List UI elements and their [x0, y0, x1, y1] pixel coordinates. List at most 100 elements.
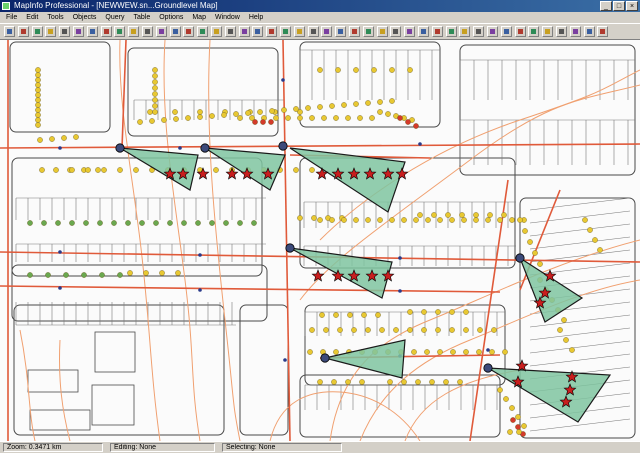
title-bar[interactable]: MapInfo Professional - [NEWWEW.sn...Grou…	[0, 0, 640, 12]
building-dot	[35, 117, 41, 123]
building-dot	[152, 109, 158, 115]
run-icon[interactable]	[197, 26, 209, 37]
building-dot	[97, 220, 103, 226]
text-icon[interactable]	[514, 26, 526, 37]
legend-icon[interactable]	[431, 26, 443, 37]
building-dot	[515, 414, 521, 420]
lot-line	[529, 262, 631, 276]
status-zoom: Zoom: 0.3471 km	[3, 443, 103, 452]
ruler-icon[interactable]	[418, 26, 429, 37]
menu-objects[interactable]: Objects	[73, 12, 97, 23]
map-view[interactable]	[0, 40, 640, 441]
building-dot	[459, 212, 465, 218]
show-statistics-icon[interactable]	[445, 26, 457, 37]
building-dot	[35, 122, 41, 128]
toolbar	[0, 23, 640, 40]
building-dot	[522, 228, 528, 234]
building-dot	[365, 327, 371, 333]
line-style-icon[interactable]	[459, 26, 471, 37]
menu-options[interactable]: Options	[159, 12, 183, 23]
menu-table[interactable]: Table	[133, 12, 150, 23]
building-dot	[331, 379, 337, 385]
copy-icon[interactable]	[73, 26, 84, 37]
maximize-button[interactable]: □	[613, 1, 625, 11]
menu-file[interactable]: File	[6, 12, 17, 23]
menu-map[interactable]: Map	[192, 12, 206, 23]
building-dot	[351, 327, 357, 333]
help-icon[interactable]	[211, 26, 222, 37]
unselect-icon[interactable]	[293, 26, 305, 37]
menu-query[interactable]: Query	[105, 12, 124, 23]
building-dot	[99, 272, 105, 278]
close-button[interactable]: ×	[626, 1, 638, 11]
building-dot	[365, 100, 371, 106]
building-dot	[335, 67, 341, 73]
menu-window[interactable]: Window	[215, 12, 240, 23]
building-dot	[297, 215, 303, 221]
menu-help[interactable]: Help	[249, 12, 263, 23]
zoom-in-icon[interactable]	[321, 26, 333, 37]
building-dot	[407, 309, 413, 315]
invert-selection-icon[interactable]	[307, 26, 319, 37]
building-dot	[307, 349, 313, 355]
polyline-icon[interactable]	[542, 26, 554, 37]
building-dot	[45, 272, 51, 278]
building-dot	[73, 134, 79, 140]
cell-site	[200, 143, 210, 153]
print-icon[interactable]	[45, 26, 57, 37]
grabber-icon[interactable]	[362, 26, 374, 37]
change-view-icon[interactable]	[349, 26, 360, 37]
cut-icon[interactable]	[59, 26, 71, 37]
building-dot	[359, 379, 365, 385]
building-dot	[152, 103, 158, 109]
polygon-select-icon[interactable]	[266, 26, 278, 37]
reshape-icon[interactable]	[487, 26, 498, 37]
building-dot	[209, 220, 215, 226]
new-icon[interactable]	[4, 26, 15, 37]
new-mapper-icon[interactable]	[142, 26, 153, 37]
ellipse-icon[interactable]	[569, 26, 581, 37]
antenna-sector	[119, 147, 199, 191]
line-icon[interactable]	[597, 26, 609, 37]
select-arrow-icon[interactable]	[224, 26, 236, 37]
new-layout-icon[interactable]	[169, 26, 181, 37]
open-icon[interactable]	[17, 26, 29, 37]
building-dot	[515, 424, 521, 430]
lot-line	[529, 418, 631, 432]
building-dot	[431, 212, 437, 218]
building-dot	[365, 217, 371, 223]
paste-icon[interactable]	[86, 26, 98, 37]
new-grapher-icon[interactable]	[155, 26, 167, 37]
undo-icon[interactable]	[100, 26, 112, 37]
boundary-select-icon[interactable]	[280, 26, 291, 37]
symbol-style-icon[interactable]	[473, 26, 485, 37]
building-dot	[497, 387, 503, 393]
radius-select-icon[interactable]	[252, 26, 264, 37]
menu-tools[interactable]: Tools	[47, 12, 63, 23]
building-dot	[257, 109, 263, 115]
building-dot	[63, 272, 69, 278]
building-dot	[437, 349, 443, 355]
statistics-icon[interactable]	[183, 26, 195, 37]
label-icon[interactable]	[390, 26, 402, 37]
building-dot	[35, 82, 41, 88]
status-bar: Zoom: 0.3471 km Editing: None Selecting:…	[0, 441, 640, 453]
drag-window-icon[interactable]	[404, 26, 416, 37]
minimize-button[interactable]: _	[600, 1, 612, 11]
add-node-icon[interactable]	[500, 26, 512, 37]
info-icon[interactable]	[376, 26, 388, 37]
polygon-icon[interactable]	[528, 26, 540, 37]
save-icon[interactable]	[31, 26, 43, 37]
marquee-select-icon[interactable]	[238, 26, 250, 37]
menu-edit[interactable]: Edit	[26, 12, 38, 23]
street-line	[282, 40, 291, 441]
building-dot	[323, 327, 329, 333]
rectangle-icon[interactable]	[556, 26, 567, 37]
arc-icon[interactable]	[583, 26, 595, 37]
new-browser-icon[interactable]	[128, 26, 140, 37]
layer-control-icon[interactable]	[114, 26, 126, 37]
building-dot	[563, 337, 569, 343]
building-dot	[582, 217, 588, 223]
zoom-out-icon[interactable]	[335, 26, 347, 37]
building-dot	[81, 272, 87, 278]
